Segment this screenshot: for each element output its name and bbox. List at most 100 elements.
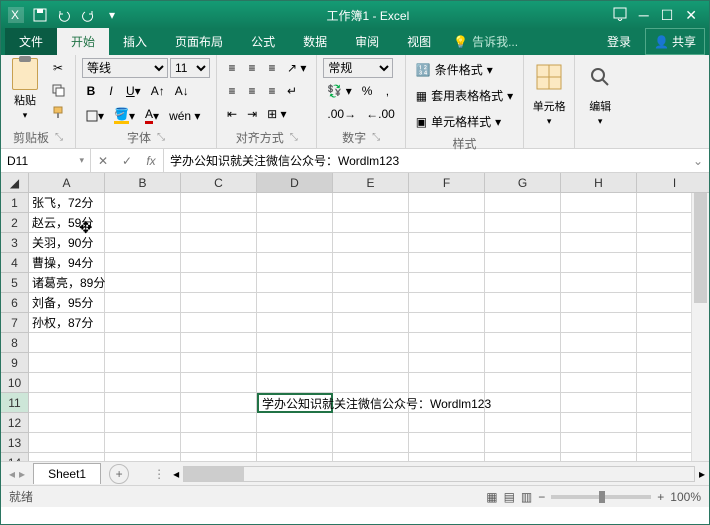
zoom-out-icon[interactable]: − bbox=[538, 490, 545, 504]
col-header-E[interactable]: E bbox=[333, 173, 409, 193]
cell-B7[interactable] bbox=[105, 313, 181, 333]
cell-B13[interactable] bbox=[105, 433, 181, 453]
cell-G10[interactable] bbox=[485, 373, 561, 393]
minimize-icon[interactable]: ─ bbox=[639, 7, 649, 24]
cell-D12[interactable] bbox=[257, 413, 333, 433]
cancel-formula-icon[interactable]: ✕ bbox=[91, 149, 115, 172]
col-header-G[interactable]: G bbox=[485, 173, 561, 193]
cell-C6[interactable] bbox=[181, 293, 257, 313]
row-header-3[interactable]: 3 bbox=[1, 233, 29, 253]
cell-H3[interactable] bbox=[561, 233, 637, 253]
cell-F7[interactable] bbox=[409, 313, 485, 333]
fx-icon[interactable]: fx bbox=[139, 149, 163, 172]
cell-E13[interactable] bbox=[333, 433, 409, 453]
row-header-1[interactable]: 1 bbox=[1, 193, 29, 213]
col-header-H[interactable]: H bbox=[561, 173, 637, 193]
cell-G11[interactable] bbox=[485, 393, 561, 413]
tell-me[interactable]: 💡 告诉我... bbox=[445, 28, 526, 55]
row-header-4[interactable]: 4 bbox=[1, 253, 29, 273]
cell-G5[interactable] bbox=[485, 273, 561, 293]
col-header-F[interactable]: F bbox=[409, 173, 485, 193]
tab-formula[interactable]: 公式 bbox=[237, 28, 289, 55]
cell-C12[interactable] bbox=[181, 413, 257, 433]
merge-icon[interactable]: ⊞ ▾ bbox=[263, 104, 290, 124]
cell-D7[interactable] bbox=[257, 313, 333, 333]
row-header-7[interactable]: 7 bbox=[1, 313, 29, 333]
cell-G14[interactable] bbox=[485, 453, 561, 461]
cell-A4[interactable]: 曹操，94分 bbox=[29, 253, 105, 273]
view-pagelayout-icon[interactable]: ▤ bbox=[504, 490, 515, 504]
col-header-I[interactable]: I bbox=[637, 173, 709, 193]
increase-font-icon[interactable]: A↑ bbox=[147, 81, 169, 101]
tab-layout[interactable]: 页面布局 bbox=[161, 28, 237, 55]
cell-A12[interactable] bbox=[29, 413, 105, 433]
cell-B9[interactable] bbox=[105, 353, 181, 373]
cell-style-button[interactable]: ▣单元格样式 ▾ bbox=[412, 110, 517, 133]
edit-icon[interactable] bbox=[581, 58, 619, 96]
cell-B2[interactable] bbox=[105, 213, 181, 233]
cell-H9[interactable] bbox=[561, 353, 637, 373]
cell-D5[interactable] bbox=[257, 273, 333, 293]
cell-B5[interactable] bbox=[105, 273, 181, 293]
cell-A9[interactable] bbox=[29, 353, 105, 373]
col-header-D[interactable]: D bbox=[257, 173, 333, 193]
cell-E6[interactable] bbox=[333, 293, 409, 313]
cell-E8[interactable] bbox=[333, 333, 409, 353]
indent-dec-icon[interactable]: ⇤ bbox=[223, 104, 241, 124]
cell-A5[interactable]: 诸葛亮，89分 bbox=[29, 273, 105, 293]
currency-icon[interactable]: 💱 ▾ bbox=[323, 81, 355, 101]
cell-F10[interactable] bbox=[409, 373, 485, 393]
new-sheet-icon[interactable]: + bbox=[109, 464, 129, 484]
clipboard-dlg-icon[interactable]: ⤡ bbox=[55, 132, 63, 143]
cell-D13[interactable] bbox=[257, 433, 333, 453]
view-pagebreak-icon[interactable]: ▥ bbox=[521, 490, 532, 504]
font-size-select[interactable]: 11 bbox=[170, 58, 210, 78]
cell-H4[interactable] bbox=[561, 253, 637, 273]
horizontal-scrollbar[interactable]: ⋮ ◂ ▸ bbox=[149, 466, 709, 482]
cell-G6[interactable] bbox=[485, 293, 561, 313]
underline-button[interactable]: U ▾ bbox=[122, 81, 145, 101]
sheet-nav-last-icon[interactable]: ▸ bbox=[19, 467, 25, 481]
font-color-icon[interactable]: A ▾ bbox=[141, 104, 163, 127]
decrease-font-icon[interactable]: A↓ bbox=[171, 81, 193, 101]
cell-H6[interactable] bbox=[561, 293, 637, 313]
tab-home[interactable]: 开始 bbox=[57, 28, 109, 55]
tab-view[interactable]: 视图 bbox=[393, 28, 445, 55]
cell-H8[interactable] bbox=[561, 333, 637, 353]
copy-icon[interactable] bbox=[47, 80, 69, 100]
cell-D8[interactable] bbox=[257, 333, 333, 353]
cell-G8[interactable] bbox=[485, 333, 561, 353]
border-icon[interactable]: ▾ bbox=[82, 106, 108, 126]
redo-icon[interactable] bbox=[77, 4, 99, 26]
align-middle-icon[interactable]: ≡ bbox=[243, 58, 261, 78]
cell-G12[interactable] bbox=[485, 413, 561, 433]
cell-E7[interactable] bbox=[333, 313, 409, 333]
zoom-slider[interactable] bbox=[551, 495, 651, 499]
cell-H13[interactable] bbox=[561, 433, 637, 453]
paste-dropdown-icon[interactable]: ▾ bbox=[23, 110, 28, 121]
cell-C3[interactable] bbox=[181, 233, 257, 253]
cell-F9[interactable] bbox=[409, 353, 485, 373]
hscroll-left-icon[interactable]: ◂ bbox=[169, 467, 183, 481]
zoom-level[interactable]: 100% bbox=[670, 490, 701, 504]
qat-dropdown-icon[interactable]: ▾ bbox=[101, 4, 123, 26]
format-table-button[interactable]: ▦套用表格格式 ▾ bbox=[412, 84, 517, 107]
cell-B12[interactable] bbox=[105, 413, 181, 433]
cell-F5[interactable] bbox=[409, 273, 485, 293]
row-header-2[interactable]: 2 bbox=[1, 213, 29, 233]
bold-button[interactable]: B bbox=[82, 81, 100, 101]
cell-E10[interactable] bbox=[333, 373, 409, 393]
row-header-14[interactable]: 14 bbox=[1, 453, 29, 461]
sheet-tab-1[interactable]: Sheet1 bbox=[33, 463, 101, 484]
cell-D9[interactable] bbox=[257, 353, 333, 373]
save-icon[interactable] bbox=[29, 4, 51, 26]
number-format-select[interactable]: 常规 bbox=[323, 58, 393, 78]
row-header-5[interactable]: 5 bbox=[1, 273, 29, 293]
cell-C11[interactable] bbox=[181, 393, 257, 413]
formula-expand-icon[interactable]: ⌄ bbox=[687, 154, 709, 168]
formula-input[interactable]: 学办公知识就关注微信公众号：Wordlm123 bbox=[164, 152, 687, 169]
cell-A8[interactable] bbox=[29, 333, 105, 353]
cell-G4[interactable] bbox=[485, 253, 561, 273]
italic-button[interactable]: I bbox=[102, 81, 120, 101]
cell-F14[interactable] bbox=[409, 453, 485, 461]
